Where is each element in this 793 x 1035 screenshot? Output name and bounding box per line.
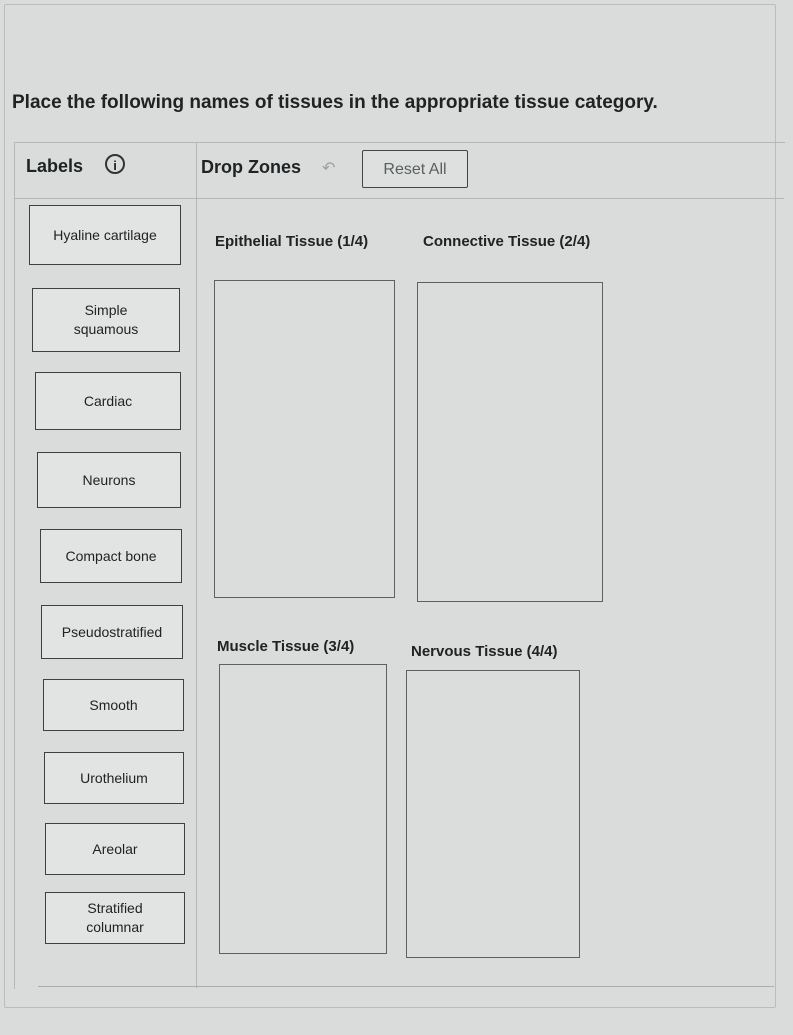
reset-all-button[interactable]: Reset All (362, 150, 468, 188)
drop-zone-epithelial[interactable] (214, 280, 395, 598)
info-icon[interactable]: i (105, 154, 125, 174)
label-chip[interactable]: Cardiac (35, 372, 181, 430)
question-prompt: Place the following names of tissues in … (12, 92, 658, 113)
label-chip[interactable]: Areolar (45, 823, 185, 875)
zone-title-epithelial: Epithelial Tissue (1/4) (215, 233, 369, 250)
zone-title-connective: Connective Tissue (2/4) (423, 233, 591, 250)
drop-zone-nervous[interactable] (406, 670, 580, 958)
labels-heading: Labels (26, 156, 84, 176)
label-chip[interactable]: Hyaline cartilage (29, 205, 181, 265)
label-chip[interactable]: Smooth (43, 679, 184, 731)
drop-zone-muscle[interactable] (219, 664, 387, 954)
drop-zone-connective[interactable] (417, 282, 603, 602)
label-chip[interactable]: Compact bone (40, 529, 182, 583)
panel-bottom-border (38, 986, 774, 987)
label-chip[interactable]: Pseudostratified (41, 605, 183, 659)
label-chip[interactable]: Urothelium (44, 752, 184, 804)
zone-title-muscle: Muscle Tissue (3/4) (217, 638, 355, 655)
label-chip[interactable]: Stratified columnar (45, 892, 185, 944)
undo-icon[interactable]: ↶ (322, 158, 335, 178)
zone-title-nervous: Nervous Tissue (4/4) (411, 643, 558, 660)
drop-zones-heading: Drop Zones (201, 157, 302, 177)
label-chip[interactable]: Simple squamous (32, 288, 180, 352)
panel-divider (196, 142, 197, 988)
label-chip[interactable]: Neurons (37, 452, 181, 508)
